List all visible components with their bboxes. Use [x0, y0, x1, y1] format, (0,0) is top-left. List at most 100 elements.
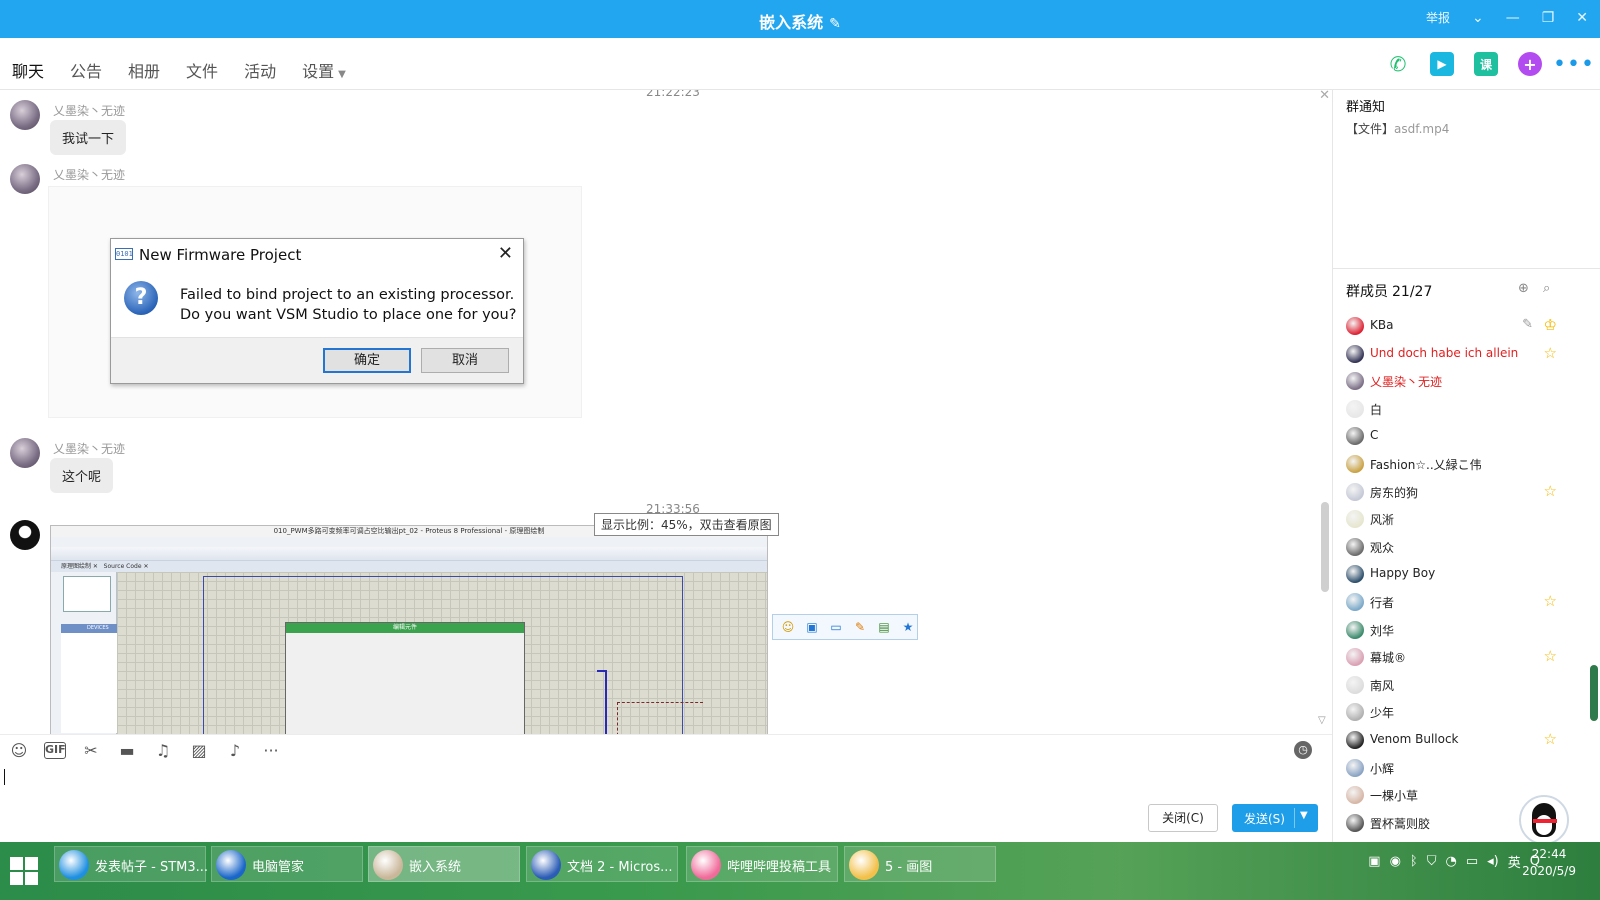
- close-button[interactable]: 关闭(C): [1148, 804, 1218, 832]
- member-item[interactable]: Venom Bullock ☆: [1333, 726, 1600, 754]
- qq-tray-icon[interactable]: ◉: [1390, 854, 1401, 869]
- more-icon[interactable]: ···: [260, 741, 282, 760]
- emoji-add-icon[interactable]: ☺: [779, 618, 797, 636]
- member-item[interactable]: 刘华: [1333, 616, 1600, 644]
- add-member-icon[interactable]: ⊕: [1518, 281, 1529, 296]
- proteus-tabs: 原理图绘制 ✕ Source Code ✕: [51, 561, 767, 572]
- windows-start-icon[interactable]: [10, 857, 38, 885]
- bell-icon[interactable]: ♪: [224, 741, 246, 760]
- taskbar-task[interactable]: 发表帖子 - STM3...: [54, 846, 208, 882]
- class-icon[interactable]: 课: [1474, 52, 1498, 76]
- task-label: 哔哩哔哩投稿工具: [727, 860, 832, 875]
- restore-icon[interactable]: ❐: [1542, 10, 1555, 26]
- tab-files[interactable]: 文件: [186, 38, 218, 92]
- save-icon[interactable]: ▣: [803, 618, 821, 636]
- history-clock-icon[interactable]: ◷: [1294, 741, 1312, 759]
- member-item[interactable]: 小辉: [1333, 754, 1600, 782]
- send-button[interactable]: 发送(S) ▼: [1232, 804, 1318, 832]
- tab-chat[interactable]: 聊天: [12, 38, 45, 92]
- avatar[interactable]: [10, 100, 40, 130]
- close-icon[interactable]: ✕: [1319, 90, 1330, 103]
- tab-announcement[interactable]: 公告: [70, 38, 102, 92]
- dialog-header: 0101 New Firmware Project ✕: [111, 239, 523, 271]
- proteus-device-list: [61, 633, 117, 733]
- tab-album[interactable]: 相册: [128, 38, 160, 92]
- chevron-down-icon[interactable]: ▼: [1300, 810, 1308, 821]
- avatar[interactable]: [10, 438, 40, 468]
- search-icon[interactable]: ⌕: [1543, 281, 1550, 296]
- screen-icon[interactable]: ▭: [827, 618, 845, 636]
- member-item[interactable]: 观众: [1333, 533, 1600, 561]
- screenshot-image-message[interactable]: 010_PWM多路可变频率可调占空比输出pt_02 - Proteus 8 Pr…: [50, 525, 768, 735]
- image-icon[interactable]: ▨: [188, 741, 210, 760]
- member-item[interactable]: Und doch habe ich allein ☆: [1333, 340, 1600, 368]
- tab-settings[interactable]: 设置 ▼: [302, 38, 346, 92]
- report-link[interactable]: 举报: [1426, 9, 1450, 26]
- proteus-dialog-title: 编辑元件: [286, 623, 524, 633]
- taskbar-task[interactable]: 电脑管家: [211, 846, 363, 882]
- cancel-button[interactable]: 取消: [421, 348, 509, 373]
- edit-icon[interactable]: ✎: [1522, 317, 1533, 332]
- group-notice-file[interactable]: 【文件】asdf.mp4: [1346, 120, 1449, 137]
- taskbar-task[interactable]: 文档 2 - Micros...: [526, 846, 678, 882]
- message-input[interactable]: [0, 766, 1332, 802]
- folder-icon[interactable]: ▤: [875, 618, 893, 636]
- volume-icon[interactable]: ◂): [1487, 854, 1499, 869]
- chevron-down-icon: ▼: [338, 69, 346, 80]
- bluetooth-icon[interactable]: ᛒ: [1410, 854, 1418, 869]
- taskbar-task[interactable]: 哔哩哔哩投稿工具: [686, 846, 838, 882]
- member-item[interactable]: 幕城® ☆: [1333, 643, 1600, 671]
- member-item[interactable]: Happy Boy: [1333, 560, 1600, 588]
- voice-call-icon[interactable]: ✆: [1386, 52, 1410, 76]
- member-item[interactable]: 风淅: [1333, 505, 1600, 533]
- clock[interactable]: 22:44 2020/5/9: [1522, 846, 1576, 880]
- task-app-icon: [531, 850, 561, 880]
- close-icon[interactable]: ✕: [1576, 10, 1588, 26]
- shield-icon[interactable]: ⛉: [1427, 854, 1437, 869]
- input-tools: ☺ GIF ✂ ▬ ♫ ▨ ♪ ···: [8, 741, 282, 760]
- member-avatar: [1346, 344, 1364, 363]
- scroll-down-icon[interactable]: ▽: [1318, 715, 1326, 726]
- plus-icon[interactable]: +: [1518, 52, 1542, 76]
- music-icon[interactable]: ♫: [152, 741, 174, 760]
- folder-icon[interactable]: ▬: [116, 741, 138, 760]
- network-icon[interactable]: ▭: [1466, 854, 1478, 869]
- taskbar-task[interactable]: 5 - 画图: [844, 846, 996, 882]
- star-icon[interactable]: ★: [899, 618, 917, 636]
- close-icon[interactable]: ✕: [498, 243, 513, 264]
- member-item[interactable]: Fashion☆..乂緑こ伟: [1333, 450, 1600, 478]
- taskbar-task[interactable]: 嵌入系统: [368, 846, 520, 882]
- member-scrollbar[interactable]: [1590, 665, 1598, 721]
- input-language[interactable]: 英: [1508, 852, 1521, 871]
- minimize-icon[interactable]: —: [1506, 10, 1520, 26]
- system-tray: ▣ ◉ ᛒ ⛉ ◔ ▭ ◂) 英 Q: [1368, 852, 1540, 871]
- chevron-down-icon[interactable]: ⌄: [1472, 10, 1484, 26]
- owner-icon: ♔: [1543, 316, 1557, 334]
- ok-button[interactable]: 确定: [323, 348, 411, 373]
- member-item[interactable]: 乂墨染丶无迹: [1333, 367, 1600, 395]
- emoji-icon[interactable]: ☺: [8, 741, 30, 760]
- more-icon[interactable]: •••: [1553, 52, 1594, 77]
- video-call-icon[interactable]: ▶: [1430, 52, 1454, 76]
- gif-icon[interactable]: GIF: [44, 742, 66, 759]
- scissors-icon[interactable]: ✂: [80, 741, 102, 760]
- member-item[interactable]: KBa ✎ ♔: [1333, 312, 1600, 340]
- tray-app-icon[interactable]: ▣: [1368, 854, 1380, 869]
- member-item[interactable]: 白: [1333, 395, 1600, 423]
- notice-file-name: asdf.mp4: [1394, 122, 1450, 136]
- tab-activity[interactable]: 活动: [244, 38, 276, 92]
- avatar[interactable]: [10, 164, 40, 194]
- member-item[interactable]: 房东的狗 ☆: [1333, 478, 1600, 506]
- edit-title-icon[interactable]: ✎: [829, 16, 841, 32]
- member-item[interactable]: 少年: [1333, 698, 1600, 726]
- avatar[interactable]: [10, 520, 40, 550]
- member-item[interactable]: 南风: [1333, 671, 1600, 699]
- wifi-icon[interactable]: ◔: [1446, 854, 1457, 869]
- member-item[interactable]: 行者 ☆: [1333, 588, 1600, 616]
- input-toolbar: ☺ GIF ✂ ▬ ♫ ▨ ♪ ··· ◷: [0, 734, 1332, 766]
- member-item[interactable]: C: [1333, 422, 1600, 450]
- chat-scrollbar[interactable]: [1321, 502, 1329, 592]
- qq-penguin-icon[interactable]: [1519, 795, 1569, 845]
- edit-icon[interactable]: ✎: [851, 618, 869, 636]
- nav-bar: 聊天 公告 相册 文件 活动 设置 ▼ ✆ ▶ 课 + •••: [0, 38, 1600, 92]
